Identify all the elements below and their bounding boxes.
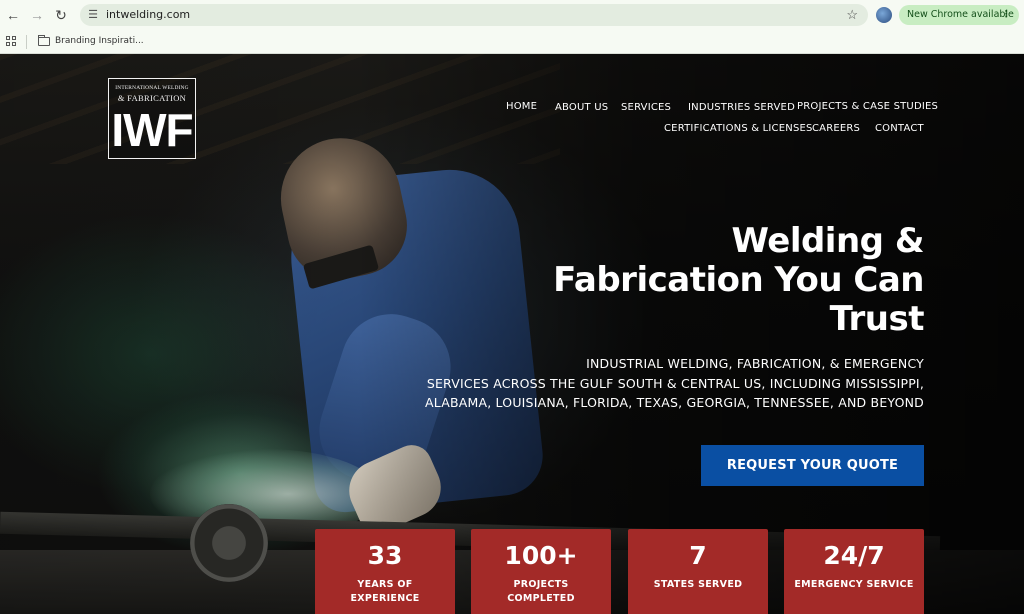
hero-title-line3: Trust [829,299,925,339]
stat-label-line2: COMPLETED [507,593,575,604]
nav-industries-served[interactable]: INDUSTRIES SERVED [688,102,795,113]
stat-number: 33 [367,541,403,570]
stat-label-line1: PROJECTS [513,579,569,590]
bookmark-star-icon[interactable]: ☆ [846,7,858,23]
stat-card-states: 7 STATES SERVED [628,529,768,614]
hero-subtitle-line3: ALABAMA, LOUISIANA, FLORIDA, TEXAS, GEOR… [425,395,924,410]
stat-number: 100+ [504,541,578,570]
stat-label-line1: YEARS OF [357,579,413,590]
stat-label-line2: EXPERIENCE [350,593,420,604]
site-info-icon[interactable]: ☰ [86,8,100,22]
hero-title-line2: Fabrication You Can [553,260,924,300]
bookmark-folder-label[interactable]: Branding Inspirati... [55,36,144,46]
folder-icon[interactable] [38,35,50,46]
hero-subtitle-line1: INDUSTRIAL WELDING, FABRICATION, & EMERG… [586,356,924,371]
chrome-update-button[interactable]: New Chrome available ⋮ [899,5,1019,25]
url-text[interactable]: intwelding.com [106,8,190,21]
nav-certifications-licenses[interactable]: CERTIFICATIONS & LICENSES [664,123,813,134]
hero-subtitle-line2: SERVICES ACROSS THE GULF SOUTH & CENTRAL… [426,375,924,391]
bookmarks-bar: Branding Inspirati... [0,30,1024,54]
stat-label: EMERGENCY SERVICE [794,578,914,592]
logo-monogram: IWF [111,104,193,156]
nav-careers[interactable]: CAREERS [812,123,860,134]
stat-label: STATES SERVED [638,578,758,592]
stat-label-line1: EMERGENCY SERVICE [794,579,914,590]
profile-avatar[interactable] [876,7,892,23]
stat-card-projects: 100+ PROJECTS COMPLETED [471,529,611,614]
back-icon[interactable]: ← [4,6,22,24]
hero-title: Welding & Fabrication You Can Trust [504,222,924,339]
logo-line1: INTERNATIONAL WELDING [115,85,189,91]
browser-chrome: ← → ↻ ☰ intwelding.com ☆ New Chrome avai… [0,0,1024,54]
bookmarks-divider [26,35,27,49]
hero-title-line1: Welding & [731,221,924,261]
stat-label-line1: STATES SERVED [653,579,743,590]
stat-card-experience: 33 YEARS OF EXPERIENCE [315,529,455,614]
nav-services[interactable]: SERVICES [621,102,671,113]
hero-subtitle: INDUSTRIAL WELDING, FABRICATION, & EMERG… [404,354,924,413]
reload-icon[interactable]: ↻ [52,6,70,24]
nav-about-us[interactable]: ABOUT US [555,102,608,113]
forward-icon[interactable]: → [28,6,46,24]
logo-line2: & FABRICATION [117,93,187,103]
stat-number: 7 [689,541,707,570]
browser-toolbar: ← → ↻ ☰ intwelding.com ☆ New Chrome avai… [0,0,1024,30]
nav-projects-case-studies[interactable]: PROJECTS & CASE STUDIES [797,101,938,112]
stat-number: 24/7 [823,541,885,570]
address-bar[interactable]: ☰ intwelding.com ☆ [80,4,868,26]
kebab-menu-icon[interactable]: ⋮ [1002,5,1012,25]
nav-home[interactable]: HOME [506,101,537,112]
hero-section: INTERNATIONAL WELDING & FABRICATION IWF … [0,54,1024,614]
nav-contact[interactable]: CONTACT [875,123,924,134]
stat-label: PROJECTS COMPLETED [481,578,601,606]
stat-card-emergency: 24/7 EMERGENCY SERVICE [784,529,924,614]
stat-label: YEARS OF EXPERIENCE [325,578,445,606]
apps-grid-icon[interactable] [6,36,18,48]
chrome-update-label: New Chrome available [907,9,1014,20]
request-quote-button[interactable]: REQUEST YOUR QUOTE [701,445,924,486]
iwf-logo[interactable]: INTERNATIONAL WELDING & FABRICATION IWF [108,78,196,159]
